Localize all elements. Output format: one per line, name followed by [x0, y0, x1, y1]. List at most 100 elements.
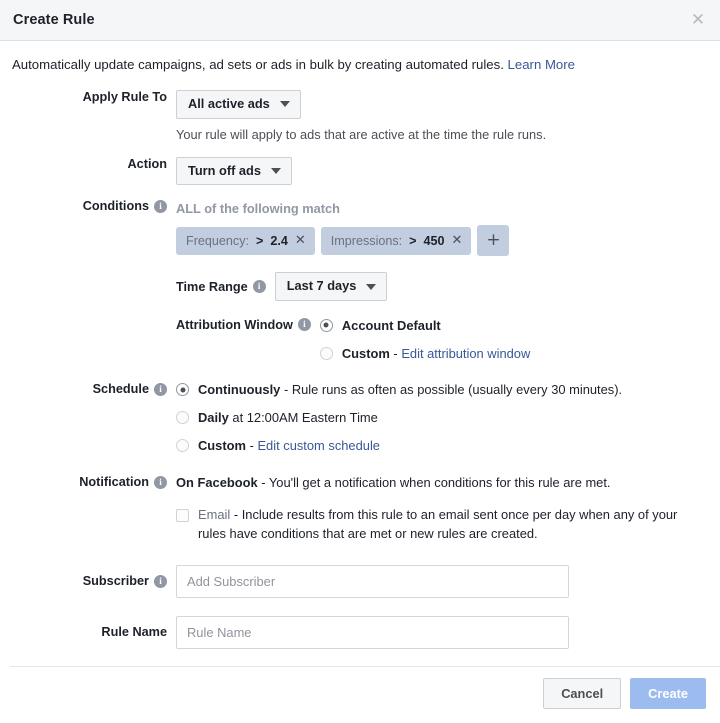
schedule-label: Schedule i — [10, 381, 176, 396]
subscriber-control — [176, 564, 708, 598]
radio-icon[interactable] — [176, 438, 189, 452]
schedule-options: Continuously - Rule runs as often as pos… — [176, 381, 708, 455]
radio-icon[interactable] — [176, 411, 189, 425]
option-strong-text: Email — [198, 507, 231, 523]
option-rest-text: - Rule runs as often as possible (usuall… — [280, 382, 623, 398]
add-condition-button[interactable]: + — [477, 225, 510, 257]
action-row: Action Turn off ads — [10, 156, 708, 186]
info-icon[interactable]: i — [297, 318, 311, 332]
option-strong-text: Continuously — [198, 382, 281, 398]
option-rest-text: - Include results from this rule to an e… — [198, 507, 678, 541]
condition-operator: > — [409, 233, 417, 248]
condition-chip[interactable]: Frequency: > 2.4 ✕ — [176, 226, 315, 255]
close-icon[interactable]: ✕ — [687, 9, 709, 31]
condition-metric: Frequency: — [186, 233, 249, 248]
subscriber-row: Subscriber i — [10, 564, 708, 598]
rule-name-row: Rule Name — [10, 615, 708, 649]
checkbox-icon[interactable] — [176, 509, 189, 523]
plus-icon: + — [486, 230, 501, 251]
schedule-option-continuously[interactable]: Continuously - Rule runs as often as pos… — [176, 381, 708, 400]
schedule-option-daily[interactable]: Daily at 12:00AM Eastern Time — [176, 409, 708, 428]
option-strong-text: Daily — [198, 410, 229, 426]
chevron-down-icon — [270, 167, 281, 174]
subscriber-input[interactable] — [176, 564, 569, 598]
apply-rule-to-row: Apply Rule To All active ads Your rule w… — [10, 89, 708, 142]
chevron-down-icon — [366, 283, 377, 290]
schedule-row: Schedule i Continuously - Rule runs as o… — [10, 381, 708, 455]
action-dropdown[interactable]: Turn off ads — [176, 156, 292, 186]
notification-label: Notification i — [10, 474, 176, 489]
info-icon[interactable]: i — [154, 382, 167, 396]
intro-text: Automatically update campaigns, ad sets … — [10, 41, 708, 74]
cancel-button[interactable]: Cancel — [543, 677, 622, 709]
apply-rule-to-value: All active ads — [188, 95, 270, 111]
schedule-option-label: Custom - Edit custom schedule — [198, 437, 380, 456]
option-rest-text: at 12:00AM Eastern Time — [228, 410, 378, 426]
time-range-label: Time Range i — [176, 280, 266, 294]
conditions-control: ALL of the following match Frequency: > … — [176, 199, 708, 363]
create-button[interactable]: Create — [630, 677, 706, 709]
conditions-label: Conditions i — [10, 199, 176, 213]
condition-metric: Impressions: — [330, 233, 403, 248]
page-title: Create Rule — [13, 12, 95, 28]
radio-icon[interactable] — [176, 383, 189, 397]
info-icon[interactable]: i — [154, 574, 167, 588]
attribution-option-account-default[interactable]: Account Default — [319, 317, 530, 336]
dialog-footer: Cancel Create — [0, 665, 720, 723]
schedule-option-label: Daily at 12:00AM Eastern Time — [198, 409, 378, 428]
rule-name-input[interactable] — [176, 615, 569, 649]
notification-option-email[interactable]: Email - Include results from this rule t… — [176, 506, 708, 543]
option-rest-text: - — [245, 437, 258, 453]
condition-chip-list: Frequency: > 2.4 ✕ Impressions: > 450 ✕ … — [176, 225, 708, 257]
apply-rule-to-dropdown[interactable]: All active ads — [176, 89, 301, 119]
close-icon[interactable]: ✕ — [452, 234, 463, 247]
apply-rule-to-control: All active ads Your rule will apply to a… — [176, 89, 708, 142]
schedule-option-label: Continuously - Rule runs as often as pos… — [198, 381, 622, 400]
dialog-header: Create Rule ✕ — [0, 0, 720, 41]
option-rest-text: - — [389, 345, 402, 361]
notification-label-text: Notification — [79, 475, 149, 490]
info-icon[interactable]: i — [154, 475, 167, 489]
attribution-option-label: Custom - Edit attribution window — [342, 345, 530, 364]
attribution-option-label: Account Default — [342, 317, 441, 336]
apply-rule-to-helper: Your rule will apply to ads that are act… — [176, 126, 547, 142]
notification-options: On Facebook - You'll get a notification … — [176, 474, 708, 543]
conditions-label-text: Conditions — [82, 199, 149, 214]
info-icon[interactable]: i — [252, 280, 266, 294]
notification-email-label: Email - Include results from this rule t… — [198, 506, 708, 543]
create-rule-dialog: Create Rule ✕ Automatically update campa… — [0, 0, 720, 723]
rule-name-label: Rule Name — [101, 625, 167, 640]
attribution-window-label-text: Attribution Window — [176, 317, 293, 332]
radio-icon[interactable] — [319, 346, 333, 360]
radio-icon[interactable] — [319, 318, 333, 332]
option-strong-text: On Facebook — [176, 475, 258, 491]
condition-operator: > — [256, 233, 264, 248]
schedule-label-text: Schedule — [92, 382, 149, 397]
chevron-down-icon — [279, 101, 290, 108]
condition-chip[interactable]: Impressions: > 450 ✕ — [320, 226, 472, 255]
attribution-window-label: Attribution Window i — [176, 318, 311, 332]
footer-divider — [10, 665, 720, 667]
schedule-option-custom[interactable]: Custom - Edit custom schedule — [176, 437, 708, 456]
notification-row: Notification i On Facebook - You'll get … — [10, 474, 708, 543]
action-value: Turn off ads — [188, 162, 261, 178]
subscriber-label-text: Subscriber — [82, 574, 149, 589]
learn-more-link[interactable]: Learn More — [508, 57, 575, 72]
subscriber-label: Subscriber i — [10, 574, 176, 588]
attribution-option-custom[interactable]: Custom - Edit attribution window — [319, 345, 530, 364]
rule-name-control — [176, 615, 708, 649]
edit-custom-schedule-link[interactable]: Edit custom schedule — [257, 438, 380, 453]
time-range-value: Last 7 days — [286, 278, 357, 294]
notification-on-facebook: On Facebook - You'll get a notification … — [176, 474, 708, 493]
edit-attribution-window-link[interactable]: Edit attribution window — [401, 346, 530, 361]
time-range-dropdown[interactable]: Last 7 days — [274, 272, 388, 301]
action-label: Action — [127, 156, 167, 171]
close-icon[interactable]: ✕ — [295, 234, 306, 247]
info-icon[interactable]: i — [154, 199, 167, 213]
condition-value: 450 — [423, 233, 445, 248]
attribution-window-row: Attribution Window i Account Default Cus… — [176, 317, 708, 363]
option-strong-text: Custom — [341, 345, 390, 361]
option-strong-text: Account Default — [341, 317, 441, 333]
action-control: Turn off ads — [176, 156, 708, 186]
apply-rule-to-label: Apply Rule To — [82, 89, 167, 104]
